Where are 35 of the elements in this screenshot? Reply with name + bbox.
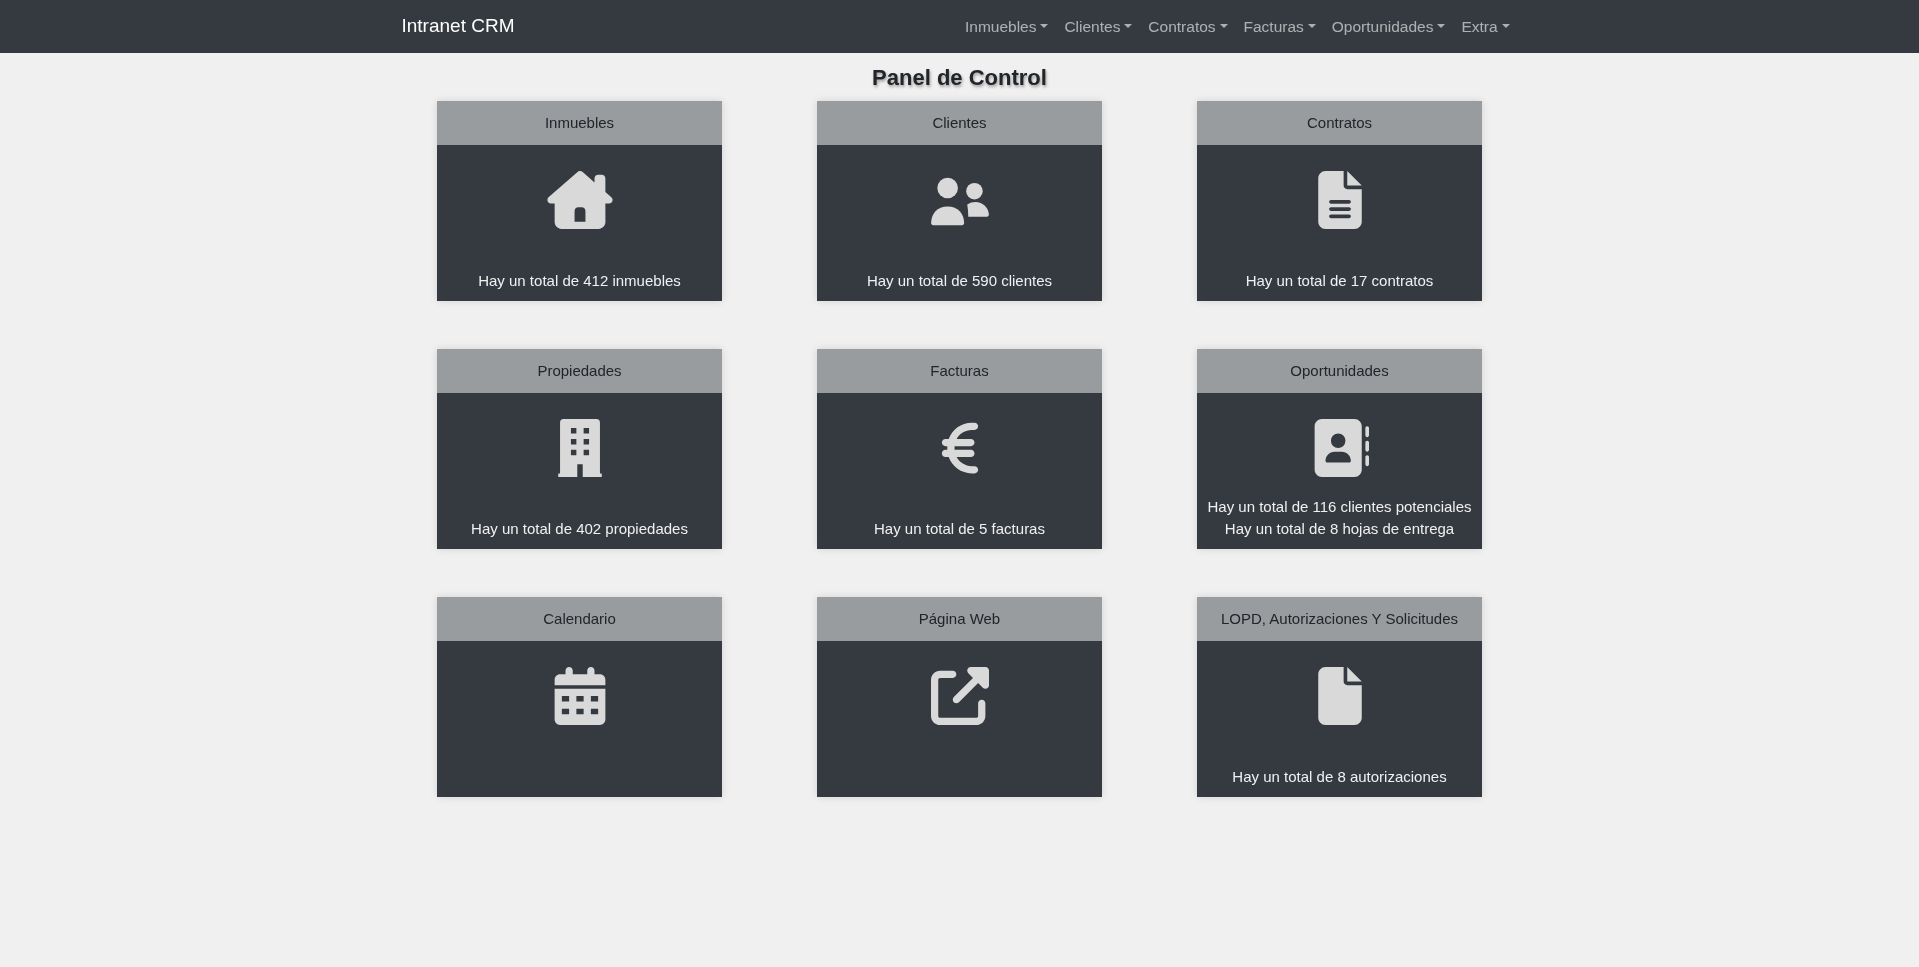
page-title: Panel de Control (871, 65, 1048, 92)
dashboard-card[interactable]: Inmuebles Hay un total de 412 inmuebles (437, 101, 722, 302)
nav-menu-link[interactable]: Inmuebles (956, 14, 1057, 39)
card-summary: Hay un total de 590 clientes (866, 270, 1053, 291)
card-header: Página Web (817, 597, 1102, 642)
card-header: Facturas (817, 349, 1102, 394)
card-header: Propiedades (437, 349, 722, 394)
dashboard-card[interactable]: Calendario (437, 597, 722, 798)
card-summary: Hay un total de 8 hojas de entrega (1223, 518, 1456, 539)
card-header: Calendario (437, 597, 722, 642)
dashboard-card[interactable]: Contratos Hay un total de 17 contratos (1197, 101, 1482, 302)
card-summary: Hay un total de 402 propiedades (471, 518, 688, 539)
dashboard-card[interactable]: Página Web (817, 597, 1102, 798)
card-header: Inmuebles (437, 101, 722, 146)
card-header: Clientes (817, 101, 1102, 146)
card-summary: Hay un total de 412 inmuebles (478, 270, 681, 291)
card-summary: Hay un total de 8 autorizaciones (1232, 766, 1447, 787)
dashboard-card[interactable]: Propiedades Hay un total de 402 propiedades (437, 349, 722, 550)
nav-menu-link[interactable]: Oportunidades (1323, 14, 1454, 39)
card-summary: Hay un total de 17 contratos (1245, 270, 1434, 291)
card-summary: Hay un total de 116 clientes potenciales (1207, 496, 1472, 517)
dashboard-card[interactable]: Oportunidades Hay un total de 116 clientes potenciales Hay un total de 8 hojas de entrega (1197, 349, 1482, 550)
dashboard-card[interactable]: Facturas Hay un total de 5 facturas (817, 349, 1102, 550)
card-header: LOPD, Autorizaciones Y Solicitudes (1197, 597, 1482, 642)
card-header: Oportunidades (1197, 349, 1482, 394)
nav-menu-link[interactable]: Extra (1453, 14, 1518, 39)
brand-link[interactable]: Intranet CRM (401, 7, 515, 46)
nav-menu-link[interactable]: Clientes (1056, 14, 1141, 39)
dashboard-card[interactable]: Clientes Hay un total de 590 clientes (817, 101, 1102, 302)
house-icon (546, 171, 613, 230)
dashboard-card[interactable]: LOPD, Autorizaciones Y Solicitudes Hay un total de 8 autorizaciones (1197, 597, 1482, 798)
nav-menu-link[interactable]: Contratos (1140, 14, 1236, 39)
card-header: Contratos (1197, 101, 1482, 146)
card-summary: Hay un total de 5 facturas (874, 518, 1045, 539)
nav-menu-link[interactable]: Facturas (1235, 14, 1324, 39)
